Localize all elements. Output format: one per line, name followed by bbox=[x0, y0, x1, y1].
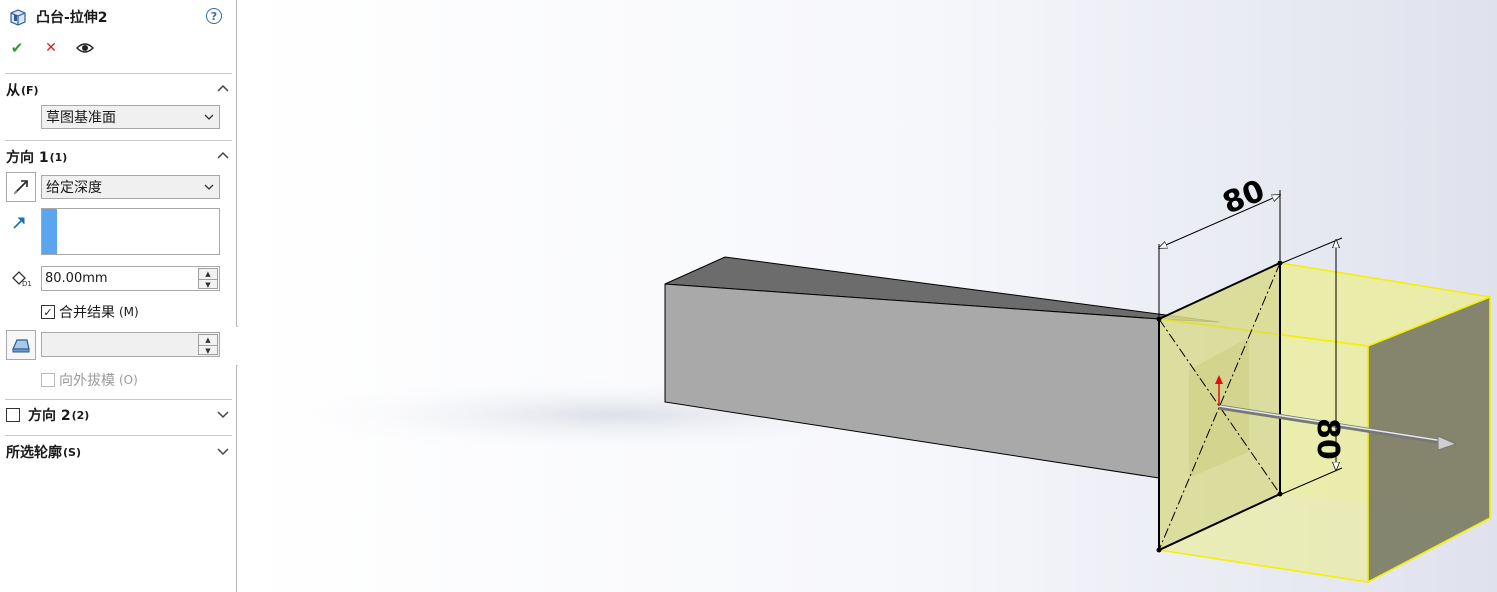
close-icon: ✕ bbox=[45, 40, 57, 56]
direction1-shortcut: (1) bbox=[49, 150, 68, 164]
property-manager-panel: 凸台-拉伸2 ? ✔ ✕ 从 (F) 草图基准面 方向 1 (1) 给定深度 D… bbox=[0, 0, 237, 592]
chevron-down-icon[interactable] bbox=[216, 444, 230, 458]
depth-dimension-icon: D1 bbox=[12, 271, 32, 288]
svg-text:D1: D1 bbox=[22, 280, 32, 288]
direction-vector-icon bbox=[13, 217, 25, 229]
page-title: 凸台-拉伸2 bbox=[36, 10, 108, 26]
section-divider bbox=[5, 399, 232, 400]
reverse-direction-button[interactable] bbox=[6, 172, 36, 202]
section-divider bbox=[5, 435, 232, 436]
help-icon[interactable]: ? bbox=[206, 8, 222, 24]
chevron-up-icon[interactable] bbox=[216, 82, 230, 96]
direction2-shortcut: (2) bbox=[71, 408, 90, 422]
end-condition-value: 给定深度 bbox=[46, 180, 102, 196]
cancel-button[interactable]: ✕ bbox=[42, 39, 60, 57]
model-view[interactable]: 80 80 bbox=[238, 0, 1497, 592]
from-section-label: 从 bbox=[6, 83, 20, 99]
draft-outward-shortcut: (O) bbox=[119, 373, 138, 387]
checkbox-checked-icon[interactable]: ✓ bbox=[41, 305, 55, 319]
depth-value: 80.00mm bbox=[45, 271, 108, 286]
merge-result-label: 合并结果 bbox=[59, 305, 115, 321]
stepper-down-icon[interactable]: ▼ bbox=[199, 279, 217, 289]
stepper-down-icon[interactable]: ▼ bbox=[199, 345, 217, 355]
from-start-condition-select[interactable]: 草图基准面 bbox=[41, 105, 220, 129]
sketch-point[interactable] bbox=[1156, 316, 1162, 322]
selected-contours-section-header[interactable]: 所选轮廓 (S) bbox=[6, 441, 232, 463]
from-section-header[interactable]: 从 (F) bbox=[6, 79, 232, 101]
draft-outward-checkbox[interactable]: 向外拔模 (O) bbox=[41, 370, 138, 390]
checkbox-unchecked-icon[interactable] bbox=[41, 373, 55, 387]
direction-selection-box[interactable] bbox=[41, 208, 220, 255]
from-start-condition-value: 草图基准面 bbox=[46, 110, 116, 126]
sketch-point[interactable] bbox=[1277, 260, 1283, 266]
draft-angle-stepper[interactable]: ▲ ▼ bbox=[198, 334, 218, 355]
merge-result-checkbox[interactable]: ✓ 合并结果 (M) bbox=[41, 302, 139, 322]
detailed-preview-button[interactable] bbox=[76, 39, 94, 57]
selected-contours-shortcut: (S) bbox=[63, 445, 81, 459]
stepper-up-icon[interactable]: ▲ bbox=[199, 269, 217, 279]
direction2-label: 方向 2 bbox=[28, 408, 71, 424]
selected-contours-label: 所选轮廓 bbox=[6, 445, 62, 461]
dimension-height-text[interactable]: 80 bbox=[1310, 418, 1345, 460]
direction1-label: 方向 1 bbox=[6, 150, 49, 166]
chevron-down-icon[interactable] bbox=[216, 407, 230, 421]
chevron-down-icon bbox=[204, 114, 214, 120]
merge-result-shortcut: (M) bbox=[119, 305, 139, 319]
depth-stepper[interactable]: ▲ ▼ bbox=[198, 268, 218, 289]
reverse-direction-icon bbox=[13, 180, 28, 195]
graphics-viewport[interactable]: 80 80 bbox=[238, 0, 1497, 592]
sketch-point[interactable] bbox=[1156, 547, 1162, 553]
draft-toggle-button[interactable] bbox=[6, 330, 36, 360]
direction1-section-header[interactable]: 方向 1 (1) bbox=[6, 146, 232, 168]
direction2-section-header[interactable]: 方向 2 (2) bbox=[6, 404, 232, 426]
direction2-checkbox[interactable] bbox=[6, 408, 20, 422]
section-divider bbox=[5, 140, 232, 141]
from-section-shortcut: (F) bbox=[21, 83, 39, 97]
depth-input[interactable]: 80.00mm ▲ ▼ bbox=[41, 266, 220, 291]
action-toolbar: ✔ ✕ bbox=[8, 39, 94, 57]
chevron-down-icon bbox=[204, 184, 214, 190]
chevron-up-icon[interactable] bbox=[216, 149, 230, 163]
eye-icon bbox=[76, 43, 94, 53]
feature-title-row: 凸台-拉伸2 bbox=[8, 5, 108, 29]
draft-angle-input[interactable]: ▲ ▼ bbox=[41, 332, 220, 357]
section-divider bbox=[5, 73, 232, 74]
draft-outward-label: 向外拔模 bbox=[59, 373, 115, 389]
active-selection-indicator bbox=[42, 209, 57, 254]
sketch-point[interactable] bbox=[1277, 491, 1283, 497]
ok-button[interactable]: ✔ bbox=[8, 39, 26, 57]
draft-icon bbox=[12, 339, 30, 353]
boss-extrude-icon bbox=[10, 9, 26, 26]
checkmark-icon: ✔ bbox=[10, 39, 24, 57]
end-condition-select[interactable]: 给定深度 bbox=[41, 175, 220, 199]
stepper-up-icon[interactable]: ▲ bbox=[199, 335, 217, 345]
